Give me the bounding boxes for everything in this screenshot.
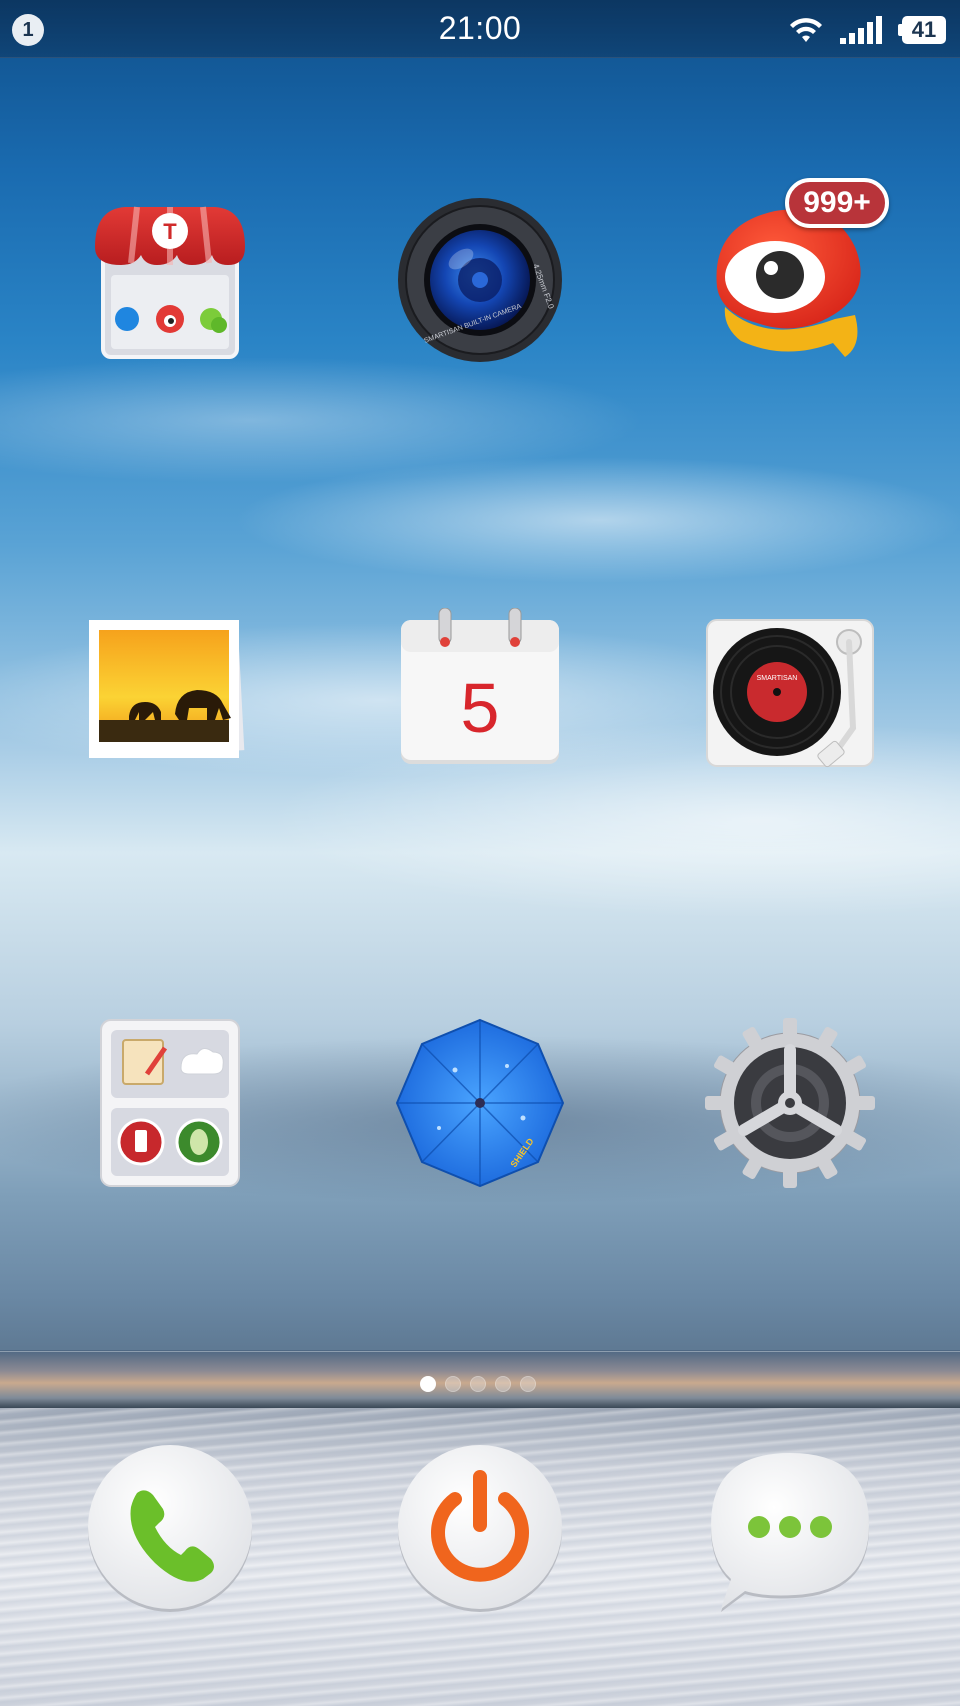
cellular-signal-icon (840, 16, 882, 44)
page-dot-2[interactable] (445, 1376, 461, 1392)
page-dot-5[interactable] (520, 1376, 536, 1392)
power-icon[interactable] (395, 1443, 565, 1613)
battery-level: 41 (902, 16, 946, 44)
weibo-notification-badge: 999+ (785, 178, 889, 228)
settings-gear-icon[interactable] (705, 1018, 875, 1188)
gallery-icon[interactable] (85, 608, 255, 778)
page-dot-4[interactable] (495, 1376, 511, 1392)
status-bar: 1 21:00 41 (0, 0, 960, 58)
wifi-icon (790, 18, 822, 42)
page-indicator[interactable] (420, 1376, 536, 1392)
camera-icon[interactable]: 4.25mm F2.0 SMARTISAN BUILT-IN CAMERA (395, 195, 565, 365)
page-dot-1[interactable] (420, 1376, 436, 1392)
music-player-icon[interactable]: SMARTISAN (705, 608, 875, 778)
calendar-icon[interactable]: 5 (395, 608, 565, 778)
tools-folder-icon[interactable] (85, 1018, 255, 1188)
calendar-day-number: 5 (461, 669, 500, 747)
security-shield-umbrella-icon[interactable]: SHIELD (395, 1018, 565, 1188)
status-clock: 21:00 (438, 10, 522, 46)
app-store-icon[interactable]: T (85, 195, 255, 365)
dock-separator (0, 1351, 960, 1352)
notification-count-badge[interactable]: 1 (12, 14, 44, 46)
messages-icon[interactable] (705, 1443, 875, 1613)
svg-text:T: T (163, 219, 177, 244)
phone-icon[interactable] (85, 1443, 255, 1613)
battery-indicator: 41 (898, 16, 948, 44)
home-screen: 1 21:00 41 T 4.25mm F2.0 SMARTISAN BUILT… (0, 0, 960, 1706)
page-dot-3[interactable] (470, 1376, 486, 1392)
svg-text:SMARTISAN: SMARTISAN (757, 675, 798, 682)
